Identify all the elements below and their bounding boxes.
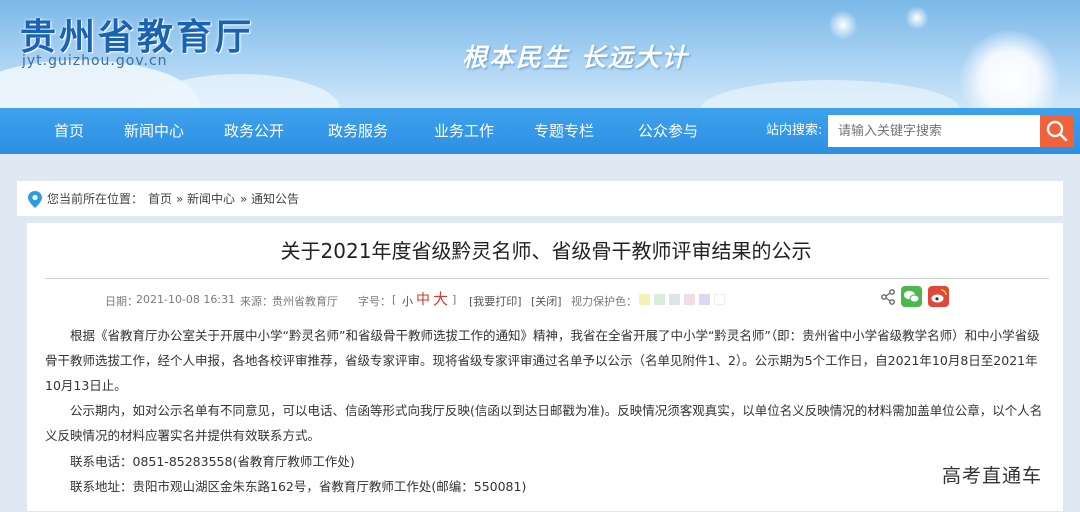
site-domain: jyt.guizhou.gov.cn [22,53,168,69]
search-input[interactable] [828,115,1040,147]
nav-item-gov-services[interactable]: 政务服务 [328,108,388,154]
source-label: 来源： [240,295,273,308]
breadcrumb-separator: » [176,192,184,206]
nav-item-news[interactable]: 新闻中心 [124,108,184,154]
font-size-bracket: [ [392,293,397,306]
breadcrumb-label: 您当前所在位置： [47,192,144,206]
eye-care-swatch[interactable] [699,294,710,305]
font-medium-button[interactable]: 中 [416,289,430,309]
article-paragraph: 公示期内，如对公示名单有不同意见，可以电话、信函等形式向我厅反映(信函以到达日邮… [45,403,1043,443]
font-size-bracket: ] [452,293,457,306]
eye-care-swatch[interactable] [714,294,725,305]
breadcrumb-home[interactable]: 首页 [148,181,172,217]
font-small-button[interactable]: 小 [402,293,413,309]
breadcrumb-notices[interactable]: 通知公告 [251,181,299,217]
article-title: 关于2021年度省级黔灵名师、省级骨干教师评审结果的公示 [280,239,812,263]
source-value: 贵州省教育厅 [272,295,338,308]
publish-date: 2021-10-08 16:31 [136,293,236,306]
eye-care-swatch[interactable] [654,294,665,305]
watermark: 高考直通车 [942,465,1043,487]
search-button[interactable] [1040,115,1074,147]
nav-item-gov-affairs[interactable]: 政务公开 [224,108,284,154]
article-panel: 关于2021年度省级黔灵名师、省级骨干教师评审结果的公示 日期： 2021-10… [26,222,1064,512]
date-label: 日期： [105,295,138,308]
slogan: 根本民生 长远大计 [462,43,689,72]
wechat-icon [904,290,920,303]
close-button[interactable]: [关闭] [531,293,562,309]
site-header: 贵州省教育厅 jyt.guizhou.gov.cn 根本民生 长远大计 [0,0,1080,108]
eye-care-swatch[interactable] [669,294,680,305]
wechat-share-button[interactable] [901,286,922,307]
article-paragraph: 根据《省教育厅办公室关于开展中小学“黔灵名师”和省级骨干教师选拔工作的通知》精神… [45,328,1040,393]
print-button[interactable]: [我要打印] [469,293,522,309]
contact-phone: 联系电话：0851-85283558(省教育厅教师工作处) [70,454,355,469]
eye-care-swatch[interactable] [639,294,650,305]
nav-item-business[interactable]: 业务工作 [434,108,494,154]
search-icon [1046,120,1068,142]
share-icon[interactable] [880,289,896,305]
breadcrumb-separator: » [240,192,248,206]
weibo-share-button[interactable] [928,286,949,307]
eye-care-label: 视力保护色： [571,295,637,308]
nav-item-topics[interactable]: 专题专栏 [534,108,594,154]
title-divider [45,278,1049,279]
font-size-label: 字号： [358,295,391,308]
nav-item-participation[interactable]: 公众参与 [638,108,698,154]
weibo-icon [931,289,947,303]
breadcrumb-news[interactable]: 新闻中心 [187,181,235,217]
breadcrumb: 您当前所在位置： 首页 » 新闻中心 » 通知公告 [16,180,1064,216]
search-label: 站内搜索: [766,123,823,138]
contact-address: 联系地址：贵阳市观山湖区金朱东路162号，省教育厅教师工作处(邮编：550081… [70,479,527,494]
eye-care-swatch[interactable] [684,294,695,305]
nav-item-home[interactable]: 首页 [54,108,84,154]
font-large-button[interactable]: 大 [433,288,448,309]
location-pin-icon [28,191,42,208]
